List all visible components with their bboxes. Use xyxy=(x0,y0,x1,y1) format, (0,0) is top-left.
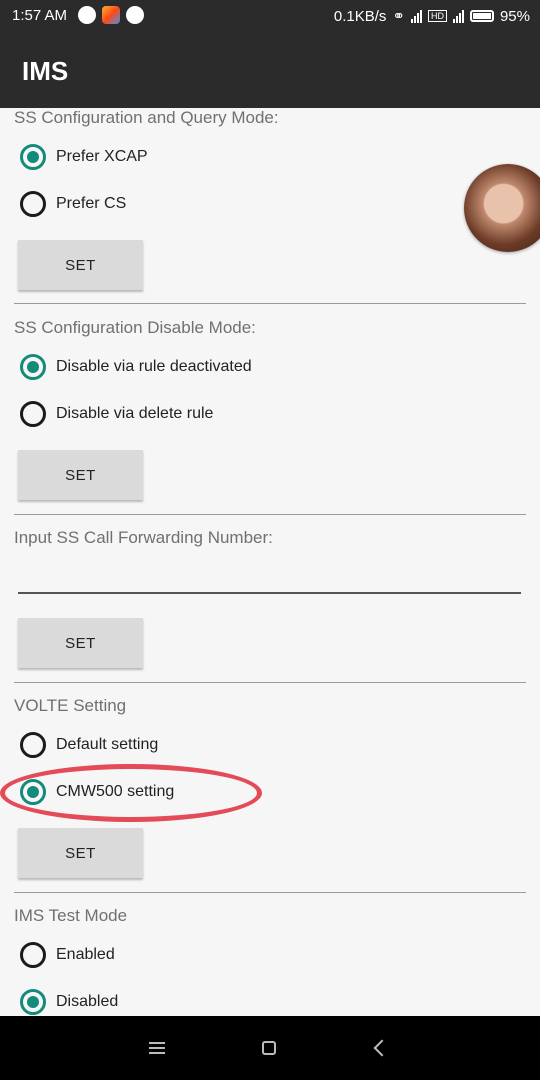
radio-unselected-icon[interactable] xyxy=(20,942,46,968)
radio-unselected-icon[interactable] xyxy=(20,191,46,217)
status-bar: 1:57 AM 0.1KB/s ⚭ HD 95% xyxy=(0,0,540,32)
radio-selected-icon[interactable] xyxy=(20,989,46,1015)
back-icon[interactable] xyxy=(368,1034,396,1062)
status-time: 1:57 AM xyxy=(12,7,68,24)
section-label-ss-disable-mode: SS Configuration Disable Mode: xyxy=(14,318,256,337)
messenger-icon xyxy=(78,6,96,24)
status-indicators: 0.1KB/s ⚭ HD 95% xyxy=(333,7,530,26)
home-icon[interactable] xyxy=(255,1034,283,1062)
radio-option-default-setting[interactable]: Default setting xyxy=(20,732,158,758)
radio-option-prefer-xcap[interactable]: Prefer XCAP xyxy=(20,144,148,170)
signal-3g-icon xyxy=(410,9,422,23)
set-button-volte-setting[interactable]: SET xyxy=(18,828,143,878)
signal-4g-icon xyxy=(452,9,464,23)
radio-selected-icon[interactable] xyxy=(20,354,46,380)
divider xyxy=(14,514,526,515)
radio-label: Prefer XCAP xyxy=(56,148,148,165)
notification-icons xyxy=(78,6,144,24)
set-button-call-forwarding[interactable]: SET xyxy=(18,618,143,668)
messenger-icon xyxy=(126,6,144,24)
call-forwarding-number-input[interactable] xyxy=(18,568,521,594)
hd-icon: HD xyxy=(427,10,447,22)
radio-selected-icon[interactable] xyxy=(20,144,46,170)
radio-option-disabled[interactable]: Disabled xyxy=(20,989,118,1015)
divider xyxy=(14,892,526,893)
set-button-ss-disable-mode[interactable]: SET xyxy=(18,450,143,500)
headset-icon: ⚭ xyxy=(392,8,405,25)
radio-option-cmw500-setting[interactable]: CMW500 setting xyxy=(20,779,174,805)
radio-label: Disabled xyxy=(56,993,119,1010)
section-label-call-forwarding-number: Input SS Call Forwarding Number: xyxy=(14,528,273,547)
radio-label: CMW500 setting xyxy=(56,783,175,800)
divider xyxy=(14,303,526,304)
navigation-bar xyxy=(0,1016,540,1080)
radio-label: Enabled xyxy=(56,946,115,963)
section-label-ims-test-mode: IMS Test Mode xyxy=(14,906,128,925)
section-label-ss-query-mode: SS Configuration and Query Mode: xyxy=(14,108,279,127)
radio-selected-icon[interactable] xyxy=(20,779,46,805)
network-speed: 0.1KB/s xyxy=(333,7,387,25)
battery-icon xyxy=(469,10,494,22)
photos-icon xyxy=(102,6,120,24)
battery-percent: 95% xyxy=(499,7,530,25)
menu-icon[interactable] xyxy=(143,1034,171,1062)
radio-label: Prefer CS xyxy=(56,195,127,212)
section-label-volte-setting: VOLTE Setting xyxy=(14,696,127,715)
divider xyxy=(14,682,526,683)
radio-option-disable-via-rule-deactivated[interactable]: Disable via rule deactivated xyxy=(20,354,252,380)
radio-label: Default setting xyxy=(56,736,159,753)
radio-label: Disable via delete rule xyxy=(56,405,214,422)
set-button-ss-query-mode[interactable]: SET xyxy=(18,240,143,290)
radio-unselected-icon[interactable] xyxy=(20,401,46,427)
radio-option-enabled[interactable]: Enabled xyxy=(20,942,115,968)
app-bar: IMS xyxy=(0,32,540,108)
settings-content[interactable]: SS Configuration and Query Mode: Prefer … xyxy=(0,108,540,1016)
radio-label: Disable via rule deactivated xyxy=(56,358,252,375)
radio-option-disable-via-delete-rule[interactable]: Disable via delete rule xyxy=(20,401,213,427)
radio-unselected-icon[interactable] xyxy=(20,732,46,758)
page-title: IMS xyxy=(22,56,69,86)
radio-option-prefer-cs[interactable]: Prefer CS xyxy=(20,191,126,217)
